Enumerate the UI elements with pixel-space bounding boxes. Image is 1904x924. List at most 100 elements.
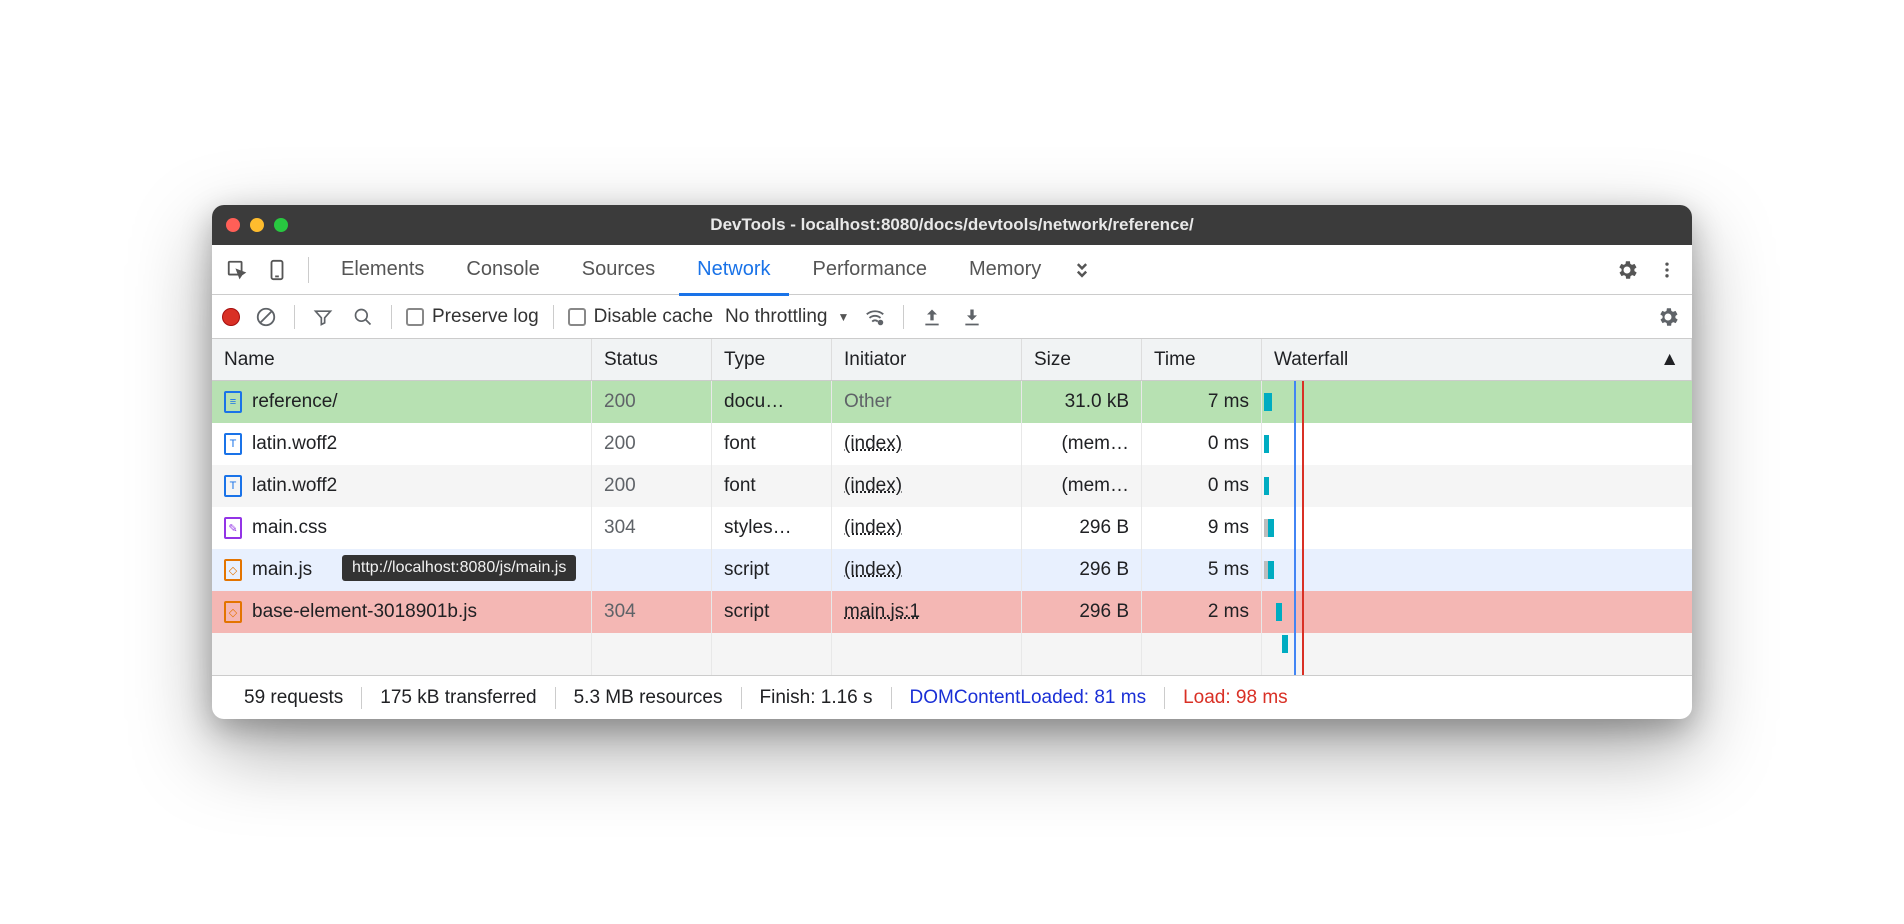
cell-name[interactable]: ≡reference/ [212,381,592,423]
cell-size: (mem… [1022,465,1142,507]
cell-name[interactable]: Tlatin.woff2 [212,423,592,465]
tab-elements[interactable]: Elements [323,245,442,295]
traffic-lights [226,218,288,232]
col-type[interactable]: Type [712,339,832,380]
network-table: Name Status Type Initiator Size Time Wat… [212,339,1692,675]
table-row[interactable]: Tlatin.woff2200font(index)(mem…0 ms [212,423,1692,465]
initiator-link[interactable]: (index) [844,475,902,497]
initiator-link[interactable]: (index) [844,559,902,581]
cell-size: 31.0 kB [1022,381,1142,423]
filter-icon[interactable] [309,303,337,331]
cell-type: docu… [712,381,832,423]
transferred-size: 175 kB transferred [362,687,555,709]
kebab-menu-icon[interactable] [1650,253,1684,287]
devtools-window: DevTools - localhost:8080/docs/devtools/… [212,205,1692,719]
cell-status: 304 [592,507,712,549]
cell-waterfall [1262,507,1692,549]
download-har-icon[interactable] [958,303,986,331]
col-initiator[interactable]: Initiator [832,339,1022,380]
panel-settings-icon[interactable] [1654,303,1682,331]
initiator-link[interactable]: (index) [844,433,902,455]
chevron-down-icon: ▼ [837,310,849,324]
tab-sources[interactable]: Sources [564,245,673,295]
table-row[interactable]: ≡reference/200docu…Other31.0 kB7 ms [212,381,1692,423]
tab-network[interactable]: Network [679,245,788,295]
col-status[interactable]: Status [592,339,712,380]
url-tooltip: http://localhost:8080/js/main.js [342,555,576,581]
more-tabs-icon[interactable] [1065,253,1099,287]
cell-time: 0 ms [1142,423,1262,465]
cell-initiator[interactable]: (index) [832,507,1022,549]
file-name: main.css [252,517,327,539]
col-name[interactable]: Name [212,339,592,380]
cell-time: 0 ms [1142,465,1262,507]
load-time: Load: 98 ms [1165,687,1306,709]
minimize-window-button[interactable] [250,218,264,232]
cell-waterfall [1262,381,1692,423]
upload-har-icon[interactable] [918,303,946,331]
col-time[interactable]: Time [1142,339,1262,380]
cell-status: 304 [592,591,712,633]
cell-status: 200 [592,465,712,507]
disable-cache-label: Disable cache [594,306,713,328]
col-size[interactable]: Size [1022,339,1142,380]
preserve-log-checkbox[interactable]: Preserve log [406,306,539,328]
table-row[interactable]: ◇main.jshttp://localhost:8080/js/main.js… [212,549,1692,591]
cell-waterfall [1262,549,1692,591]
cell-time: 7 ms [1142,381,1262,423]
table-row[interactable]: ✎main.css304styles…(index)296 B9 ms [212,507,1692,549]
search-icon[interactable] [349,303,377,331]
tab-memory[interactable]: Memory [951,245,1059,295]
tab-performance[interactable]: Performance [795,245,946,295]
domcontentloaded-time: DOMContentLoaded: 81 ms [892,687,1166,709]
record-button[interactable] [222,308,240,326]
main-tabbar: Elements Console Sources Network Perform… [212,245,1692,295]
cell-status [592,549,712,591]
network-conditions-icon[interactable] [861,303,889,331]
cell-name[interactable]: ◇base-element-3018901b.js [212,591,592,633]
window-title: DevTools - localhost:8080/docs/devtools/… [212,215,1692,235]
device-toolbar-icon[interactable] [260,253,294,287]
clear-icon[interactable] [252,303,280,331]
cell-initiator: Other [832,381,1022,423]
divider [308,257,309,283]
status-bar: 59 requests 175 kB transferred 5.3 MB re… [212,675,1692,719]
cell-size: 296 B [1022,549,1142,591]
cell-name[interactable]: ◇main.jshttp://localhost:8080/js/main.js [212,549,592,591]
cell-initiator[interactable]: main.js:1 [832,591,1022,633]
cell-time: 5 ms [1142,549,1262,591]
cell-type: styles… [712,507,832,549]
sort-indicator-icon: ▲ [1660,349,1679,371]
file-name: latin.woff2 [252,475,337,497]
table-row[interactable]: ◇base-element-3018901b.js304script main.j… [212,591,1692,633]
cell-time: 9 ms [1142,507,1262,549]
throttling-dropdown[interactable]: No throttling ▼ [725,306,849,328]
cell-status: 200 [592,423,712,465]
cell-initiator[interactable]: (index) [832,549,1022,591]
col-waterfall[interactable]: Waterfall ▲ [1262,339,1692,380]
cell-size: 296 B [1022,591,1142,633]
empty-row [212,633,1692,675]
finish-time: Finish: 1.16 s [742,687,892,709]
disable-cache-checkbox[interactable]: Disable cache [568,306,713,328]
settings-icon[interactable] [1610,253,1644,287]
table-row[interactable]: Tlatin.woff2200font (index) (mem…0 ms [212,465,1692,507]
cell-initiator[interactable]: (index) [832,465,1022,507]
cell-name[interactable]: ✎ main.css [212,507,592,549]
zoom-window-button[interactable] [274,218,288,232]
initiator-link[interactable]: main.js:1 [844,601,920,623]
cell-waterfall [1262,591,1692,633]
file-type-icon: ✎ [224,517,242,539]
cell-name[interactable]: Tlatin.woff2 [212,465,592,507]
cell-status: 200 [592,381,712,423]
cell-initiator[interactable]: (index) [832,423,1022,465]
cell-waterfall [1262,423,1692,465]
file-name: base-element-3018901b.js [252,601,477,623]
titlebar: DevTools - localhost:8080/docs/devtools/… [212,205,1692,245]
close-window-button[interactable] [226,218,240,232]
cell-type: font [712,465,832,507]
initiator-link[interactable]: (index) [844,517,902,539]
tab-console[interactable]: Console [448,245,557,295]
cell-type: script [712,591,832,633]
inspect-element-icon[interactable] [220,253,254,287]
